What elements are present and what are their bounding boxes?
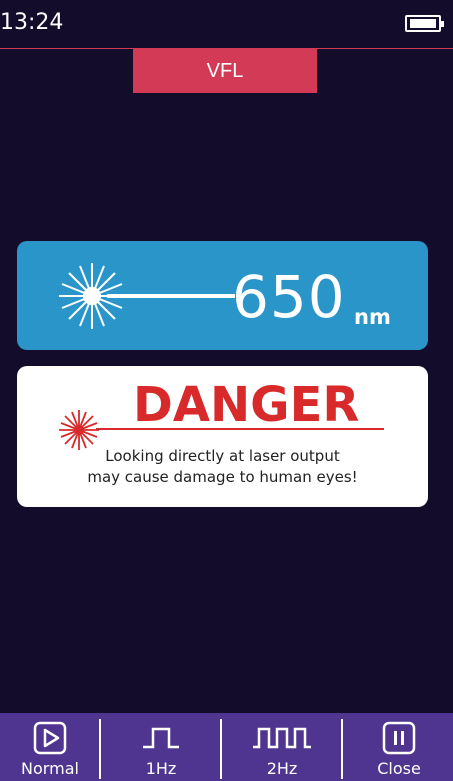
double-pulse-icon — [253, 727, 311, 749]
laser-burst-icon — [59, 263, 235, 329]
1hz-button[interactable]: 1Hz — [111, 713, 211, 781]
danger-message-line1: Looking directly at laser output — [105, 447, 340, 465]
danger-beam-line — [96, 428, 384, 430]
bottom-toolbar: Normal 1Hz 2Hz Close — [0, 713, 453, 781]
wavelength-value: 650 — [232, 263, 346, 331]
wavelength-card — [17, 241, 428, 350]
close-button[interactable]: Close — [349, 713, 449, 781]
single-pulse-icon — [143, 727, 179, 749]
battery-icon — [405, 15, 444, 32]
danger-message-line2: may cause damage to human eyes! — [87, 468, 358, 486]
status-bar: 13:24 — [0, 0, 453, 49]
danger-title: DANGER — [133, 377, 360, 433]
normal-button[interactable]: Normal — [0, 713, 100, 781]
wavelength-unit: nm — [354, 305, 391, 329]
normal-button-label: Normal — [21, 759, 79, 778]
toolbar-divider — [220, 719, 222, 779]
play-icon — [33, 721, 67, 755]
toolbar-divider — [99, 719, 101, 779]
2hz-button-label: 2Hz — [266, 759, 298, 778]
clock-time: 13:24 — [0, 10, 64, 35]
mode-title-tab: VFL — [133, 49, 317, 93]
pause-icon — [382, 721, 416, 755]
toolbar-divider — [341, 719, 343, 779]
mode-title: VFL — [206, 59, 244, 82]
close-button-label: Close — [377, 759, 421, 778]
2hz-button[interactable]: 2Hz — [232, 713, 332, 781]
1hz-button-label: 1Hz — [145, 759, 177, 778]
